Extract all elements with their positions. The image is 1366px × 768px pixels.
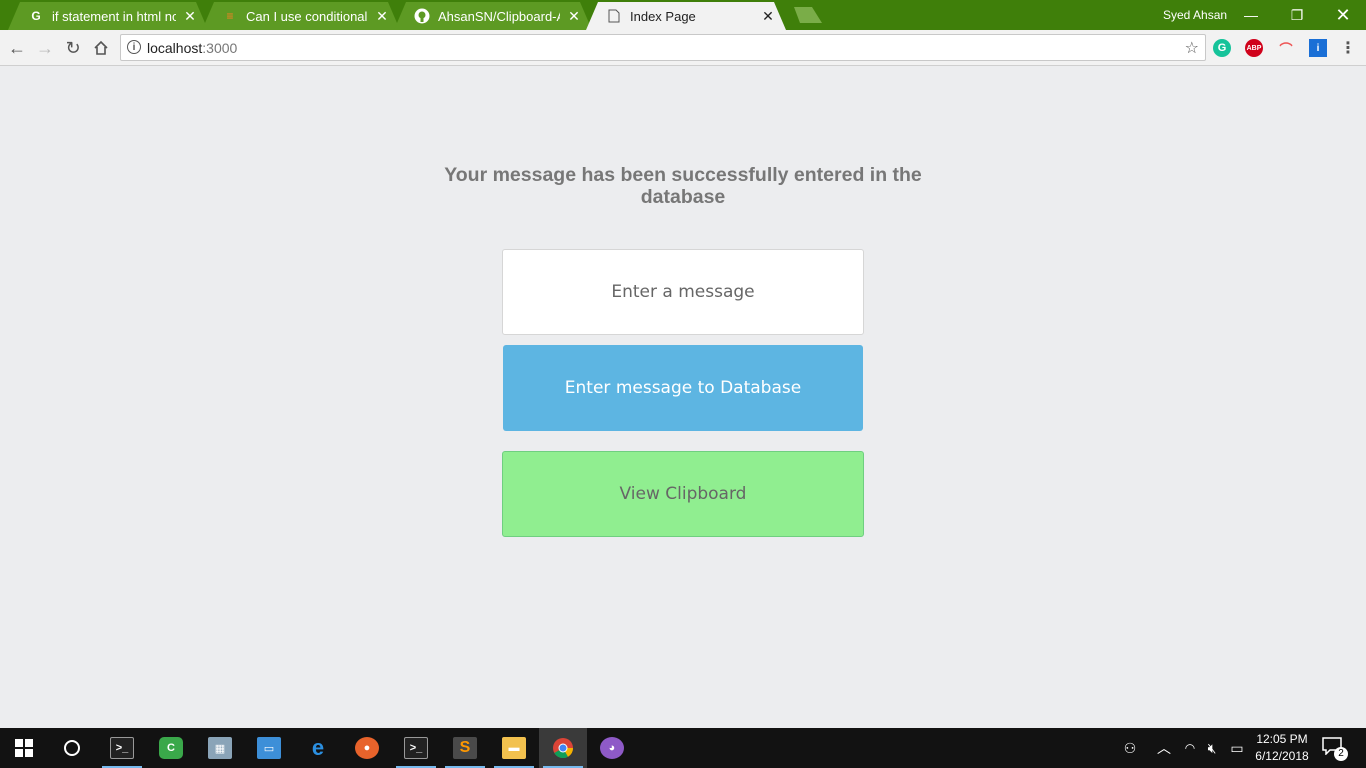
people-icon[interactable]: ⚇ (1118, 728, 1142, 768)
control-panel-icon: ▦ (208, 737, 232, 759)
page-content: Your message has been successfully enter… (0, 66, 1366, 728)
address-bar[interactable]: i localhost:3000 ☆ (120, 34, 1206, 61)
wifi-icon[interactable]: ◠ (1180, 728, 1200, 768)
computer-icon: ▭ (257, 737, 281, 759)
success-message: Your message has been successfully enter… (444, 164, 922, 208)
tab-title: Index Page (630, 8, 696, 24)
browser-toolbar: ← → ↻ i localhost:3000 ☆ G ABP ⌒ i ⋮ (0, 30, 1366, 66)
site-info-icon[interactable]: i (127, 40, 141, 54)
taskbar-camtasia[interactable]: C (147, 728, 195, 768)
clock-date: 6/12/2018 (1255, 749, 1309, 763)
windows-taskbar: >_ C ▦ ▭ e ● >_ S ▬ ◕ ⚇ ︿ ◠ 🔇︎ ▭ 12:05 P… (0, 728, 1366, 768)
taskbar-sublime[interactable]: S (441, 728, 489, 768)
show-hidden-icons[interactable]: ︿ (1154, 728, 1174, 768)
tab-title: if statement in html node (52, 8, 176, 24)
google-icon: G (31, 9, 41, 23)
tab-stackoverflow[interactable]: ≡ Can I use conditional stat ✕ (202, 2, 400, 30)
battery-icon[interactable]: ▭ (1226, 728, 1248, 768)
enter-message-button[interactable]: Enter message to Database (503, 345, 863, 431)
forward-icon[interactable]: → (32, 35, 58, 61)
home-icon[interactable] (88, 35, 114, 61)
grammarly-extension-icon[interactable]: G (1213, 39, 1231, 57)
terminal-icon: >_ (110, 737, 134, 759)
close-tab-icon[interactable]: ✕ (374, 8, 390, 25)
new-tab-button[interactable] (790, 7, 822, 23)
start-button[interactable] (0, 728, 48, 768)
close-tab-icon[interactable]: ✕ (566, 8, 582, 25)
page-icon (606, 8, 622, 24)
camtasia-icon: C (159, 737, 183, 759)
cortana-button[interactable] (48, 728, 96, 768)
volume-muted-icon[interactable]: 🔇︎ (1202, 728, 1222, 768)
notification-count: 2 (1334, 747, 1348, 761)
firefox-icon: ● (355, 737, 379, 759)
close-tab-icon[interactable]: ✕ (182, 8, 198, 25)
sublime-text-icon: S (453, 737, 477, 759)
action-center-icon[interactable]: 2 (1322, 737, 1348, 761)
taskbar-terminal-2[interactable]: >_ (392, 728, 440, 768)
tab-title: Can I use conditional stat (246, 8, 368, 24)
profile-name[interactable]: Syed Ahsan (1163, 8, 1227, 22)
taskbar-pc[interactable]: ▭ (245, 728, 293, 768)
tab-title: AhsanSN/Clipboard-App (438, 8, 557, 24)
reload-icon[interactable]: ↻ (60, 35, 86, 61)
terminal-icon: >_ (404, 737, 428, 759)
close-window-icon[interactable]: ✕ (1320, 0, 1366, 30)
chrome-icon (553, 738, 574, 759)
rainbow-extension-icon[interactable]: ⌒ (1277, 39, 1295, 57)
taskbar-firefox[interactable]: ● (343, 728, 391, 768)
tab-google-search[interactable]: G if statement in html node ✕ (8, 2, 208, 30)
taskbar-github-desktop[interactable]: ◕ (588, 728, 636, 768)
edge-icon: e (311, 735, 325, 760)
tab-index-page[interactable]: Index Page ✕ (586, 2, 786, 30)
github-icon (414, 8, 430, 24)
clock[interactable]: 12:05 PM 6/12/2018 (1252, 731, 1312, 765)
close-tab-icon[interactable]: ✕ (760, 8, 776, 25)
message-input[interactable] (502, 249, 864, 335)
browser-menu-icon[interactable]: ⋮ (1339, 39, 1357, 57)
adblock-plus-extension-icon[interactable]: ABP (1245, 39, 1263, 57)
taskbar-terminal[interactable]: >_ (98, 728, 146, 768)
cortana-icon (64, 740, 80, 756)
bookmark-star-icon[interactable]: ☆ (1185, 38, 1199, 58)
view-clipboard-button[interactable]: View Clipboard (502, 451, 864, 537)
clock-time: 12:05 PM (1256, 732, 1308, 746)
restore-icon[interactable]: ❐ (1274, 0, 1320, 30)
taskbar-file-explorer[interactable]: ▬ (490, 728, 538, 768)
stackoverflow-icon: ≡ (226, 9, 234, 23)
github-desktop-icon: ◕ (600, 737, 624, 759)
browser-titlebar: G if statement in html node ✕ ≡ Can I us… (0, 0, 1366, 30)
taskbar-edge[interactable]: e (294, 728, 342, 768)
taskbar-control-panel[interactable]: ▦ (196, 728, 244, 768)
folder-icon: ▬ (502, 737, 526, 759)
windows-logo-icon (15, 739, 33, 757)
minimize-icon[interactable]: — (1228, 0, 1274, 30)
tab-github[interactable]: AhsanSN/Clipboard-App ✕ (394, 2, 592, 30)
blue-extension-icon[interactable]: i (1309, 39, 1327, 57)
back-icon[interactable]: ← (4, 35, 30, 61)
url-text: localhost:3000 (147, 40, 238, 56)
taskbar-chrome[interactable] (539, 728, 587, 768)
